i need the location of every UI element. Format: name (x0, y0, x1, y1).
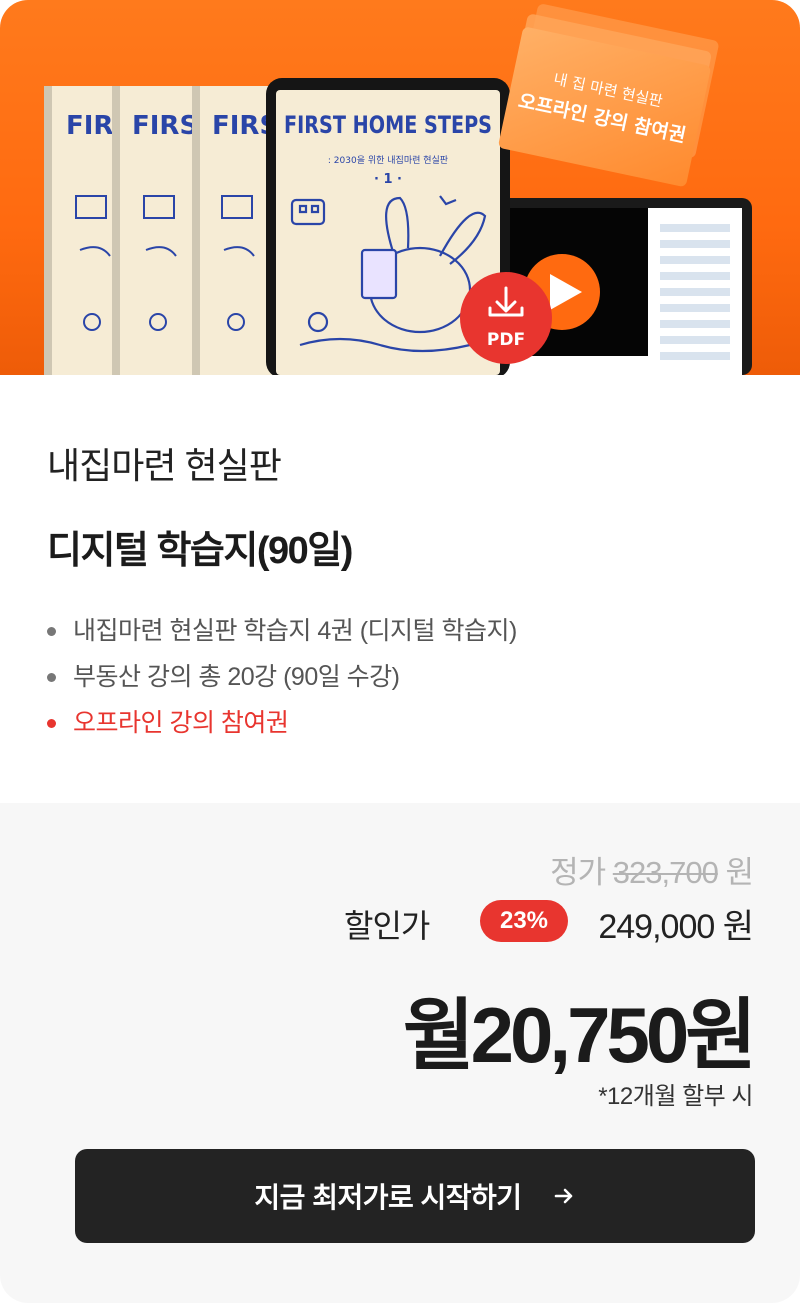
original-price-label: 정가 (550, 855, 606, 890)
bullet-icon (47, 719, 56, 728)
feature-item: 부동산 강의 총 20강 (90일 수강) (47, 661, 517, 707)
feature-list: 내집마련 현실판 학습지 4권 (디지털 학습지) 부동산 강의 총 20강 (… (47, 615, 517, 753)
feature-item-highlight: 오프라인 강의 참여권 (47, 707, 517, 753)
feature-text: 부동산 강의 총 20강 (90일 수강) (73, 663, 400, 691)
original-price: 정가 323,700 원 (550, 847, 754, 892)
original-price-unit: 원 (725, 855, 754, 890)
product-card: FIRST FIRST FIRST FIRST HOME STEPS : 203… (0, 0, 800, 1303)
tablet-book-title: FIRST HOME STEPS (284, 111, 492, 139)
installment-note: *12개월 할부 시 (598, 1083, 753, 1110)
feature-text: 내집마련 현실판 학습지 4권 (디지털 학습지) (73, 617, 517, 645)
discount-price: 249,000 원 (598, 908, 754, 946)
hero-banner: FIRST FIRST FIRST FIRST HOME STEPS : 203… (0, 0, 800, 375)
feature-item: 내집마련 현실판 학습지 4권 (디지털 학습지) (47, 615, 517, 661)
product-subtitle: 내집마련 현실판 (47, 445, 282, 486)
arrow-right-icon (552, 1184, 576, 1208)
tablet-book-subtitle: : 2030을 위한 내집마련 현실판 (328, 154, 448, 166)
pdf-badge: PDF (460, 272, 552, 364)
monthly-price: 월20,750원 (402, 991, 757, 1079)
feature-text: 오프라인 강의 참여권 (73, 709, 289, 737)
hero-illustration: FIRST FIRST FIRST FIRST HOME STEPS : 203… (44, 4, 752, 375)
start-button[interactable]: 지금 최저가로 시작하기 (75, 1149, 755, 1243)
bullet-icon (47, 627, 56, 636)
start-button-label: 지금 최저가로 시작하기 (254, 1182, 522, 1213)
original-price-value: 323,700 (612, 855, 719, 890)
product-title: 디지털 학습지(90일) (47, 530, 353, 572)
discount-label: 할인가 (344, 908, 430, 944)
tablet-book-volume: · 1 · (374, 172, 402, 187)
discount-badge: 23% (480, 900, 568, 942)
bullet-icon (47, 673, 56, 682)
product-info: 내집마련 현실판 디지털 학습지(90일) 내집마련 현실판 학습지 4권 (디… (0, 375, 800, 803)
pricing-section: 정가 323,700 원 할인가 23% 249,000 원 월20,750원 … (0, 803, 800, 1303)
pdf-label: PDF (487, 330, 525, 350)
book-stack: FIRST FIRST FIRST (44, 86, 296, 375)
